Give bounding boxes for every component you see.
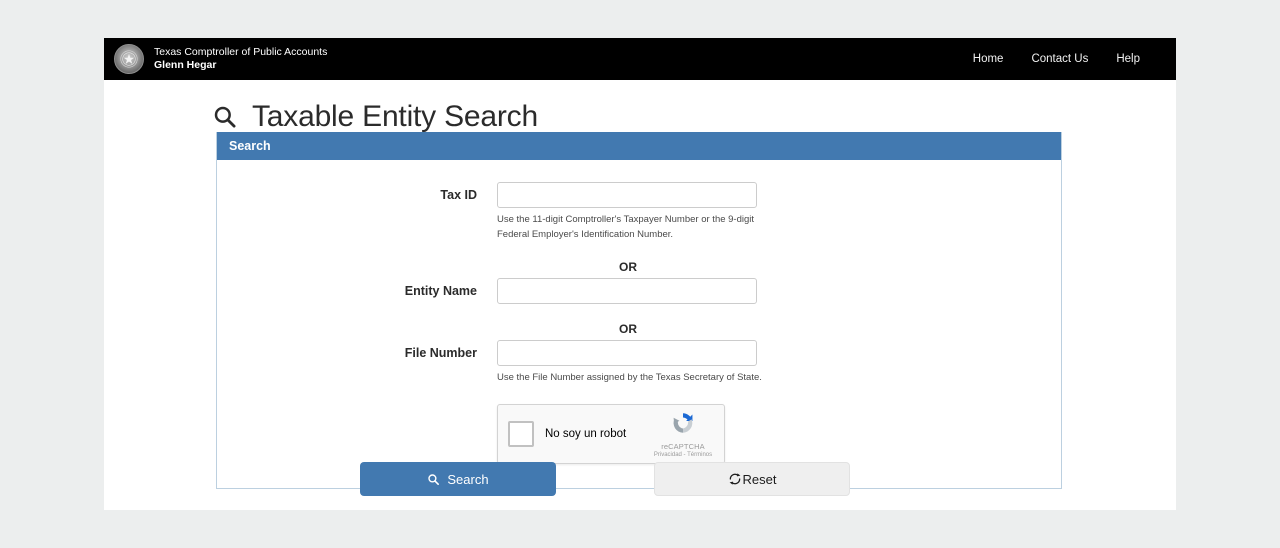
tax-id-field-group: Use the 11-digit Comptroller's Taxpayer … xyxy=(497,182,759,242)
captcha-wrapper: No soy un robot reCAPTCHA Privacidad - T… xyxy=(497,404,1061,465)
primary-nav: Home Contact Us Help xyxy=(973,53,1140,65)
brand-text: Texas Comptroller of Public Accounts Gle… xyxy=(154,46,327,72)
file-number-field-group: Use the File Number assigned by the Texa… xyxy=(497,340,762,386)
recaptcha-legal-links[interactable]: Privacidad - Términos xyxy=(652,452,714,458)
refresh-icon xyxy=(728,472,742,486)
recaptcha-widget[interactable]: No soy un robot reCAPTCHA Privacidad - T… xyxy=(497,404,725,465)
recaptcha-label: No soy un robot xyxy=(545,428,627,441)
search-icon xyxy=(427,473,440,486)
form-actions: Search Reset xyxy=(216,462,1062,496)
nav-contact-us[interactable]: Contact Us xyxy=(1031,53,1088,65)
agency-name: Texas Comptroller of Public Accounts xyxy=(154,45,328,58)
file-number-hint: Use the File Number assigned by the Texa… xyxy=(497,372,762,384)
brand-block: Texas Comptroller of Public Accounts Gle… xyxy=(108,44,973,74)
recaptcha-logo-icon xyxy=(652,410,714,441)
file-number-label: File Number xyxy=(404,346,477,361)
tax-id-input[interactable] xyxy=(497,182,757,208)
nav-home[interactable]: Home xyxy=(973,53,1004,65)
official-name: Glenn Hegar xyxy=(154,59,217,71)
page-title: Taxable Entity Search xyxy=(252,100,538,133)
tax-id-hint: Use the 11-digit Comptroller's Taxpayer … xyxy=(497,214,755,240)
reset-button[interactable]: Reset xyxy=(654,462,850,496)
entity-name-input[interactable] xyxy=(497,278,757,305)
file-number-row: File Number Use the File Number assigned… xyxy=(217,340,1061,386)
search-icon xyxy=(212,104,238,130)
search-button[interactable]: Search xyxy=(360,462,556,496)
search-panel-heading: Search xyxy=(217,132,1061,160)
separator-or-1: OR xyxy=(619,260,637,275)
search-form: Tax ID Use the 11-digit Comptroller's Ta… xyxy=(217,160,1061,488)
recaptcha-branding: reCAPTCHA Privacidad - Términos xyxy=(652,410,714,458)
page-content: Texas Comptroller of Public Accounts Gle… xyxy=(104,38,1176,510)
entity-name-label: Entity Name xyxy=(404,284,477,299)
search-button-label: Search xyxy=(447,471,489,487)
file-number-input[interactable] xyxy=(497,340,757,367)
reset-button-label: Reset xyxy=(742,471,777,487)
recaptcha-checkbox[interactable] xyxy=(508,421,534,448)
separator-or-2: OR xyxy=(619,322,637,337)
nav-help[interactable]: Help xyxy=(1116,53,1140,65)
site-header: Texas Comptroller of Public Accounts Gle… xyxy=(104,38,1176,80)
search-panel: Search Tax ID Use the 11-digit Comptroll… xyxy=(216,132,1062,490)
texas-star-seal-icon xyxy=(114,44,144,74)
page-title-row: Taxable Entity Search xyxy=(212,100,1176,134)
entity-name-field-group xyxy=(497,278,759,305)
tax-id-label: Tax ID xyxy=(440,188,477,202)
recaptcha-brand-name: reCAPTCHA xyxy=(661,442,705,452)
tax-id-row: Tax ID Use the 11-digit Comptroller's Ta… xyxy=(217,182,1061,242)
entity-name-row: Entity Name xyxy=(217,278,1061,305)
